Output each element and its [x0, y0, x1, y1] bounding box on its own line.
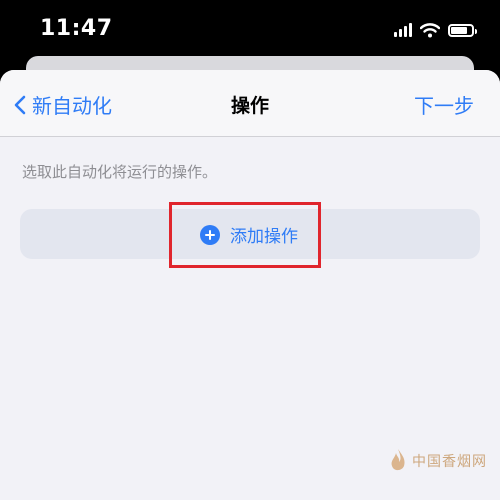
actions-sheet: 新自动化 操作 下一步 选取此自动化将运行的操作。 添加操作 — [0, 70, 500, 500]
navigation-bar: 新自动化 操作 下一步 — [0, 70, 500, 137]
status-icons — [394, 20, 477, 40]
battery-level — [451, 26, 467, 34]
flame-logo-icon — [391, 449, 405, 471]
wifi-icon — [420, 22, 440, 37]
next-button[interactable]: 下一步 — [414, 90, 474, 119]
highlight-annotation-box — [169, 202, 321, 268]
instruction-text: 选取此自动化将运行的操作。 — [22, 163, 218, 181]
status-time: 11:47 — [40, 16, 113, 41]
watermark-text: 中国香烟网 — [412, 454, 487, 470]
battery-icon — [448, 23, 477, 37]
signal-icon — [394, 23, 412, 37]
status-bar: 11:47 — [0, 0, 500, 62]
watermark: 中国香烟网 — [388, 448, 487, 474]
